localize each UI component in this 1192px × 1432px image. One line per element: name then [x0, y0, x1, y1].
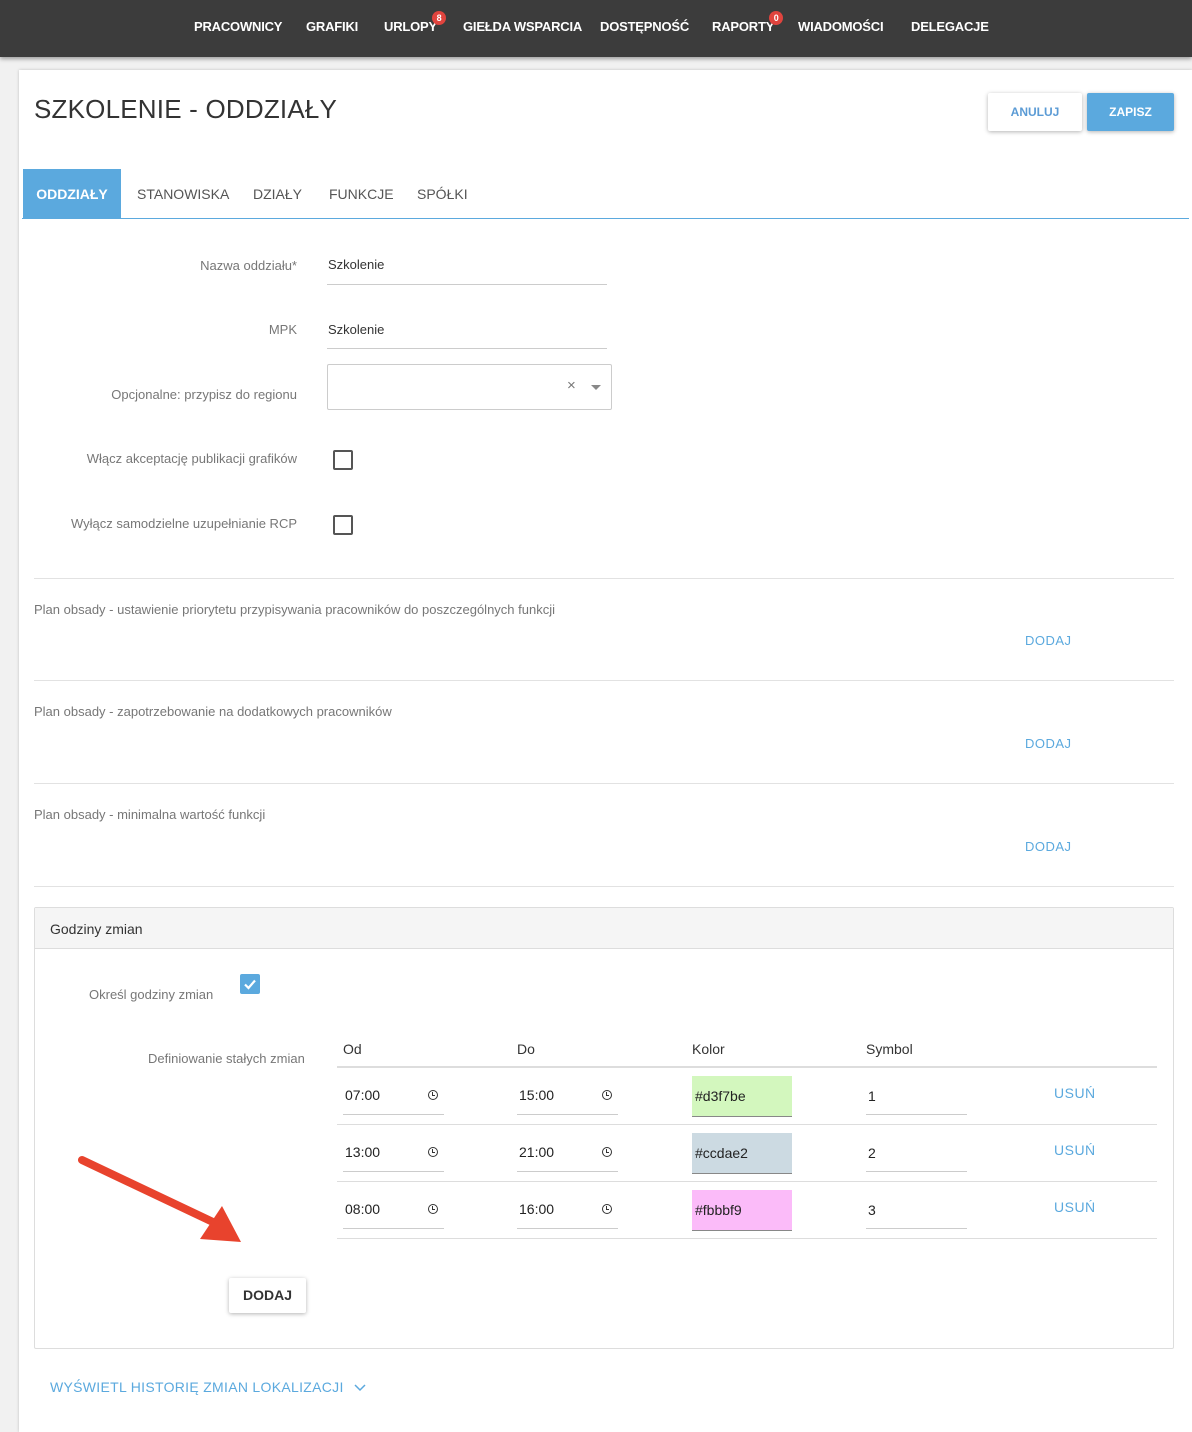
- tab-oddzialy[interactable]: ODDZIAŁY: [23, 169, 121, 219]
- page-title: SZKOLENIE - ODDZIAŁY: [34, 94, 338, 124]
- nav-item-urlopy[interactable]: URLOPY 8: [384, 11, 446, 34]
- shift-to-input[interactable]: 21:00: [519, 1144, 554, 1160]
- input-underline: [343, 1171, 444, 1172]
- define-shifts-label: Określ godziny zmian: [89, 987, 214, 1002]
- section-divider: [34, 578, 1174, 579]
- column-header-from: Od: [343, 1041, 362, 1057]
- clear-icon[interactable]: ×: [567, 377, 576, 394]
- shift-color-input[interactable]: #fbbbf9: [692, 1190, 792, 1230]
- shift-symbol-input[interactable]: 2: [868, 1145, 876, 1161]
- plan-priority-add-link[interactable]: DODAJ: [1025, 633, 1072, 648]
- nav-item-wiadomosci[interactable]: WIADOMOŚCI: [798, 19, 884, 34]
- mpk-input-underline: [327, 348, 607, 349]
- input-underline: [517, 1114, 618, 1115]
- plan-demand-add-link[interactable]: DODAJ: [1025, 736, 1072, 751]
- add-shift-button[interactable]: DODAJ: [229, 1278, 306, 1313]
- chevron-down-icon[interactable]: [591, 385, 601, 390]
- shift-from-input[interactable]: 08:00: [345, 1201, 380, 1217]
- shift-symbol-input[interactable]: 1: [868, 1088, 876, 1104]
- shift-to-input[interactable]: 16:00: [519, 1201, 554, 1217]
- clock-icon[interactable]: [428, 1147, 438, 1157]
- plan-demand-label: Plan obsady - zapotrzebowanie na dodatko…: [34, 704, 392, 719]
- location-history-link[interactable]: WYŚWIETL HISTORIĘ ZMIAN LOKALIZACJI: [50, 1379, 366, 1395]
- nav-item-delegacje[interactable]: DELEGACJE: [911, 19, 989, 34]
- nav-item-gielda-wsparcia[interactable]: GIEŁDA WSPARCIA: [463, 19, 582, 34]
- nav-item-grafiki[interactable]: GRAFIKI: [306, 19, 358, 34]
- annotation-arrow-icon: [78, 1156, 241, 1242]
- shift-to-input[interactable]: 15:00: [519, 1087, 554, 1103]
- section-divider: [34, 680, 1174, 681]
- mpk-input[interactable]: Szkolenie: [328, 322, 384, 337]
- check-icon: [244, 979, 256, 990]
- nav-item-pracownicy[interactable]: PRACOWNICY: [194, 19, 282, 34]
- mpk-label: MPK: [268, 322, 297, 337]
- table-row-divider: [337, 1238, 1157, 1239]
- table-header-divider: [337, 1066, 1157, 1068]
- input-underline: [692, 1173, 792, 1174]
- clock-icon[interactable]: [428, 1204, 438, 1214]
- column-header-symbol: Symbol: [866, 1041, 913, 1057]
- shift-from-input[interactable]: 07:00: [345, 1087, 380, 1103]
- plan-minimum-label: Plan obsady - minimalna wartość funkcji: [34, 807, 266, 822]
- column-header-to: Do: [517, 1041, 535, 1057]
- input-underline: [517, 1228, 618, 1229]
- shift-color-input[interactable]: #ccdae2: [692, 1133, 792, 1173]
- clock-icon[interactable]: [602, 1090, 612, 1100]
- input-underline: [866, 1228, 967, 1229]
- shift-from-input[interactable]: 13:00: [345, 1144, 380, 1160]
- clock-icon[interactable]: [428, 1090, 438, 1100]
- plan-minimum-add-link[interactable]: DODAJ: [1025, 839, 1072, 854]
- panel-header: Godziny zmian: [35, 908, 1173, 949]
- clock-icon[interactable]: [602, 1147, 612, 1157]
- plan-priority-label: Plan obsady - ustawienie priorytetu przy…: [34, 602, 555, 617]
- clock-icon[interactable]: [602, 1204, 612, 1214]
- input-underline: [343, 1114, 444, 1115]
- fixed-shifts-label: Definiowanie stałych zmian: [148, 1051, 305, 1066]
- input-underline: [517, 1171, 618, 1172]
- input-underline: [692, 1116, 792, 1117]
- name-input[interactable]: Szkolenie: [328, 257, 384, 272]
- tab-funkcje[interactable]: FUNKCJE: [329, 169, 394, 219]
- table-row-divider: [337, 1181, 1157, 1182]
- remove-shift-link[interactable]: USUŃ: [1054, 1199, 1096, 1215]
- input-underline: [866, 1171, 967, 1172]
- accept-publication-checkbox[interactable]: [333, 450, 353, 470]
- region-label: Opcjonalne: przypisz do regionu: [111, 387, 297, 402]
- tabs-divider: [22, 218, 1189, 219]
- shift-hours-panel: Godziny zmian Określ godziny zmian Defin…: [34, 907, 1174, 1349]
- input-underline: [692, 1230, 792, 1231]
- table-row-divider: [337, 1124, 1157, 1125]
- save-button[interactable]: ZAPISZ: [1087, 93, 1174, 131]
- nav-item-dostepnosc[interactable]: DOSTĘPNOŚĆ: [600, 19, 689, 34]
- top-navigation: PRACOWNICY GRAFIKI URLOPY 8 GIEŁDA WSPARC…: [0, 0, 1192, 57]
- section-divider: [34, 783, 1174, 784]
- tab-spolki[interactable]: SPÓŁKI: [417, 169, 468, 219]
- shift-symbol-input[interactable]: 3: [868, 1202, 876, 1218]
- accept-publication-label: Włącz akceptację publikacji grafików: [86, 451, 297, 466]
- input-underline: [343, 1228, 444, 1229]
- column-header-color: Kolor: [692, 1041, 725, 1057]
- tab-dzialy[interactable]: DZIAŁY: [253, 169, 302, 219]
- section-divider: [34, 886, 1174, 887]
- chevron-down-icon: [354, 1384, 366, 1392]
- tab-stanowiska[interactable]: STANOWISKA: [137, 169, 229, 219]
- notification-badge: 8: [431, 11, 446, 25]
- shift-color-input[interactable]: #d3f7be: [692, 1076, 792, 1116]
- remove-shift-link[interactable]: USUŃ: [1054, 1142, 1096, 1158]
- disable-rcp-checkbox[interactable]: [333, 515, 353, 535]
- notification-badge: 0: [769, 11, 784, 25]
- panel-title: Godziny zmian: [50, 921, 143, 937]
- nav-item-raporty[interactable]: RAPORTY 0: [712, 11, 784, 34]
- cancel-button[interactable]: ANULUJ: [988, 93, 1082, 131]
- define-shifts-checkbox[interactable]: [240, 974, 260, 994]
- input-underline: [866, 1114, 967, 1115]
- remove-shift-link[interactable]: USUŃ: [1054, 1085, 1096, 1101]
- disable-rcp-label: Wyłącz samodzielne uzupełnianie RCP: [70, 516, 297, 531]
- name-input-underline: [327, 284, 607, 285]
- region-select[interactable]: ×: [327, 364, 612, 410]
- name-label: Nazwa oddziału*: [200, 258, 297, 273]
